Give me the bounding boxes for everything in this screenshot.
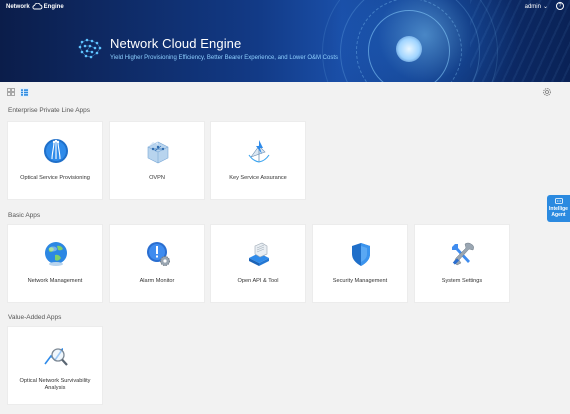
user-menu[interactable]: admin ⌄: [524, 3, 548, 11]
server-api-icon: [249, 242, 269, 266]
agent-label-line2: Agent: [551, 212, 566, 218]
banner-pattern: [470, 0, 570, 82]
app-card-alarm-monitor[interactable]: Alarm Monitor: [109, 224, 205, 303]
user-name: admin: [524, 3, 541, 10]
cloud-icon: [32, 3, 43, 10]
app-label: Open API & Tool: [237, 278, 279, 284]
grid-view-icon[interactable]: [7, 88, 15, 96]
fiber-optic-icon: [44, 139, 68, 163]
gear-icon[interactable]: [542, 87, 552, 97]
app-label: Network Management: [27, 278, 83, 284]
logo-text-right: Engine: [43, 3, 64, 10]
logo-text-left: Network: [6, 3, 30, 10]
section-title-basic: Basic Apps: [8, 212, 41, 219]
satellite-assurance-icon: [248, 140, 270, 163]
app-label: OVPN: [149, 175, 165, 181]
app-card-security-management[interactable]: Security Management: [312, 224, 408, 303]
globe-icon: [45, 242, 67, 266]
alarm-gear-icon: [147, 242, 170, 266]
app-label: System Settings: [441, 278, 483, 284]
app-card-ovpn[interactable]: OVPN: [109, 121, 205, 200]
app-label: Optical Network Survivability Analysis: [19, 378, 91, 391]
shield-icon: [352, 243, 370, 266]
analysis-chart-icon: [44, 348, 68, 366]
app-card-optical-service-provisioning[interactable]: Optical Service Provisioning: [7, 121, 103, 200]
list-view-icon[interactable]: [20, 88, 29, 97]
chevron-down-icon: ⌄: [542, 4, 548, 10]
chat-robot-icon: [554, 198, 563, 204]
page-subtitle: Yield Higher Provisioning Efficiency, Be…: [110, 55, 338, 61]
brain-circuit-icon: [78, 38, 102, 59]
app-label: Alarm Monitor: [139, 278, 175, 284]
app-label: Key Service Assurance: [229, 175, 287, 181]
tools-icon: [452, 242, 474, 266]
network-box-icon: [147, 141, 169, 164]
app-label: Optical Service Provisioning: [20, 175, 90, 181]
app-card-open-api-tool[interactable]: Open API & Tool: [210, 224, 306, 303]
app-logo[interactable]: Network Engine: [6, 3, 64, 10]
page-title: Network Cloud Engine: [110, 36, 242, 51]
section-title-value-added: Value-Added Apps: [8, 314, 62, 321]
app-card-key-service-assurance[interactable]: Key Service Assurance: [210, 121, 306, 200]
app-card-optical-network-survivability-analysis[interactable]: Optical Network Survivability Analysis: [7, 326, 103, 405]
header-banner: Network Engine admin ⌄ ? Network Cloud E…: [0, 0, 570, 82]
brain-icon: [396, 36, 422, 62]
section-title-enterprise: Enterprise Private Line Apps: [8, 107, 91, 114]
intelligent-agent-tab[interactable]: Intellige Agent: [547, 195, 570, 222]
app-label: Security Management: [332, 278, 388, 284]
app-card-network-management[interactable]: Network Management: [7, 224, 103, 303]
app-card-system-settings[interactable]: System Settings: [414, 224, 510, 303]
help-icon[interactable]: ?: [556, 2, 564, 10]
